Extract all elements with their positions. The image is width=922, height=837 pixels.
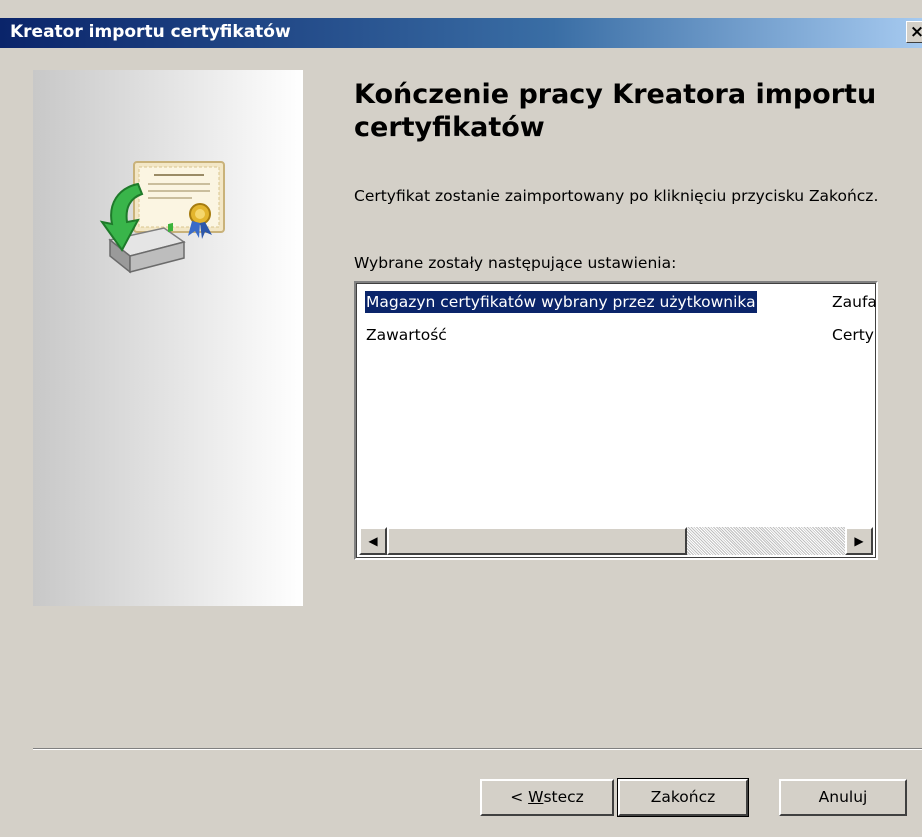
page-heading: Kończenie pracy Kreatora importu certyfi…	[354, 79, 877, 143]
close-icon: ×	[909, 22, 922, 42]
back-button-mnemonic: W	[528, 788, 544, 806]
scrollbar-thumb[interactable]	[387, 527, 687, 555]
cancel-button[interactable]: Anuluj	[779, 779, 907, 816]
list-item-name: Magazyn certyfikatów wybrany przez użytk…	[365, 291, 757, 313]
scroll-left-button[interactable]: ◀	[359, 527, 387, 555]
certificate-icon	[133, 161, 225, 239]
scroll-right-button[interactable]: ▶	[845, 527, 873, 555]
page-description: Certyfikat zostanie zaimportowany po kli…	[354, 187, 879, 205]
list-item-value: Zaufa	[832, 293, 877, 311]
title-bar[interactable]: Kreator importu certyfikatów ×	[0, 18, 922, 48]
arrow-left-icon: ◀	[368, 534, 378, 548]
close-button[interactable]: ×	[906, 21, 922, 43]
back-button-prefix: <	[510, 788, 529, 806]
window-title: Kreator importu certyfikatów	[10, 22, 291, 42]
certificate-import-icon	[99, 161, 225, 274]
settings-label: Wybrane zostały następujące ustawienia:	[354, 254, 677, 272]
arrow-right-icon: ▶	[854, 534, 864, 548]
finish-button[interactable]: Zakończ	[617, 778, 749, 817]
list-item-name: Zawartość	[366, 326, 447, 344]
footer-divider	[33, 748, 922, 750]
horizontal-scrollbar[interactable]: ◀ ▶	[359, 527, 873, 555]
back-button[interactable]: < Wstecz	[480, 779, 614, 816]
settings-listbox[interactable]: Magazyn certyfikatów wybrany przez użytk…	[354, 281, 878, 560]
back-button-label: stecz	[543, 788, 584, 806]
list-item-value: Certy	[832, 326, 874, 344]
